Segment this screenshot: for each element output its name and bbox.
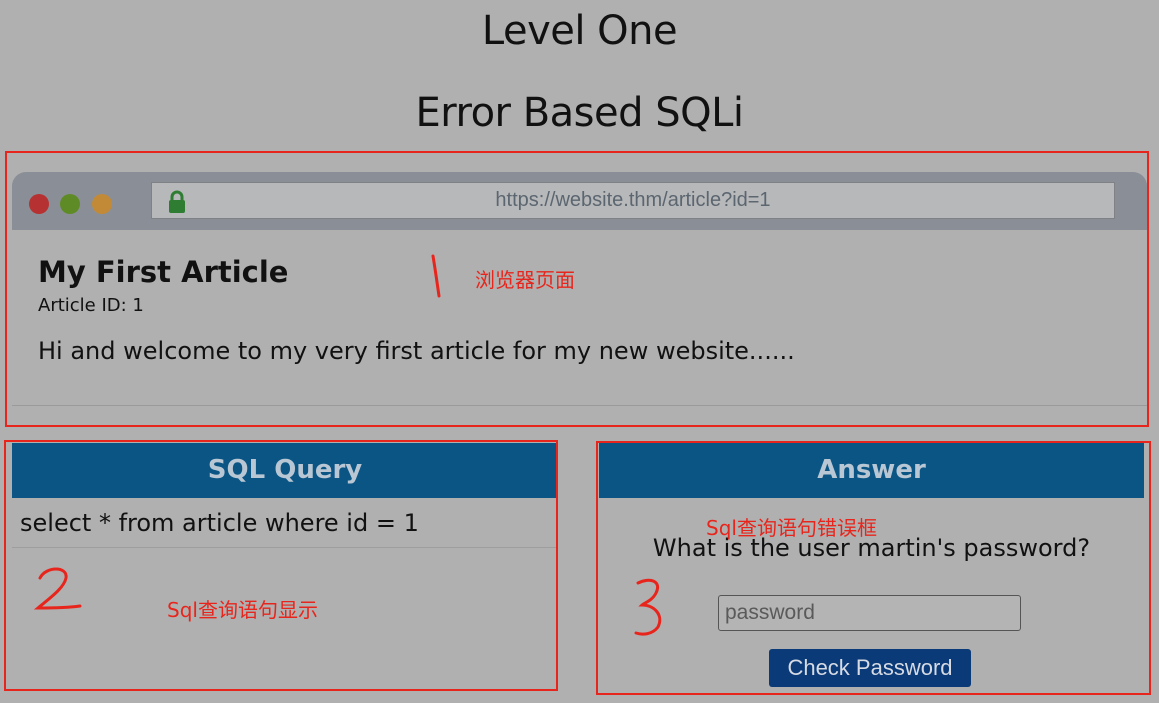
annotation-label-browser: 浏览器页面 xyxy=(475,268,575,292)
annotation-label-sql: Sql查询语句显示 xyxy=(167,598,318,622)
handwritten-marker-3 xyxy=(634,578,662,636)
handwritten-marker-2 xyxy=(33,567,82,610)
handwritten-marker-1 xyxy=(431,254,441,298)
annotation-box-answer xyxy=(596,441,1151,695)
annotation-box-sql xyxy=(4,440,558,691)
level-title: Level One xyxy=(481,8,678,54)
challenge-title: Error Based SQLi xyxy=(415,90,745,136)
annotation-label-error: Sql查询语句错误框 xyxy=(706,516,877,540)
annotation-box-browser xyxy=(5,151,1149,427)
